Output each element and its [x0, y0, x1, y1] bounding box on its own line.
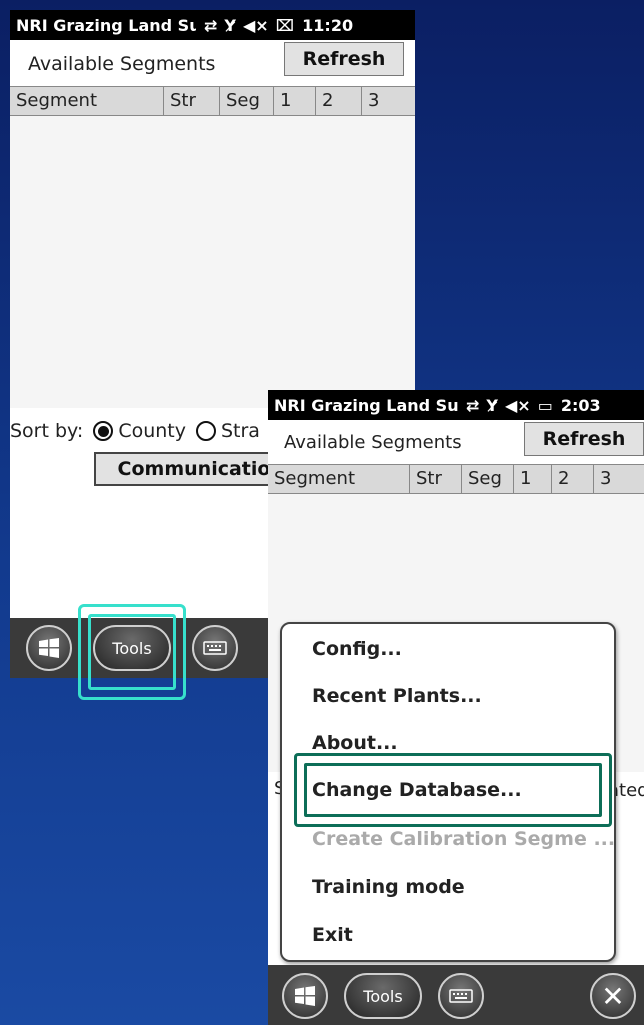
- menu-item-about[interactable]: About...: [312, 732, 398, 754]
- menu-item-training-mode[interactable]: Training mode: [312, 876, 465, 898]
- tools-button[interactable]: Tools: [344, 973, 422, 1019]
- sort-row: Sort by: County Stra: [10, 418, 260, 444]
- sort-county-radio[interactable]: [93, 421, 114, 441]
- windows-logo-icon: [295, 986, 315, 1006]
- keyboard-button[interactable]: [438, 973, 484, 1019]
- column-seg[interactable]: Seg: [462, 465, 514, 493]
- signal-off-icon: Y̷: [486, 395, 498, 415]
- column-str[interactable]: Str: [410, 465, 462, 493]
- refresh-button[interactable]: Refresh: [524, 422, 644, 456]
- battery-charging-icon: ⌧: [275, 15, 295, 35]
- segments-table-header: Segment Str Seg 1 2 3: [268, 464, 644, 494]
- connectivity-icon: ⇄: [204, 15, 218, 35]
- column-3[interactable]: 3: [594, 465, 644, 493]
- connectivity-icon: ⇄: [466, 395, 480, 415]
- column-segment[interactable]: Segment: [10, 87, 164, 115]
- column-seg[interactable]: Seg: [220, 87, 274, 115]
- clock: 11:20: [302, 15, 354, 35]
- sort-by-label: Sort by:: [10, 420, 84, 442]
- change-database-highlight: [294, 753, 612, 827]
- column-2[interactable]: 2: [316, 87, 362, 115]
- segments-list[interactable]: [10, 116, 415, 408]
- sort-county-label[interactable]: County: [118, 420, 186, 442]
- menu-item-recent-plants[interactable]: Recent Plants...: [312, 685, 482, 707]
- close-icon: ✕: [601, 979, 625, 1013]
- column-segment[interactable]: Segment: [268, 465, 410, 493]
- available-segments-label: Available Segments: [28, 53, 216, 75]
- sort-strata-label[interactable]: Stra: [221, 420, 260, 442]
- volume-muted-icon: ◀×: [505, 395, 531, 415]
- column-1[interactable]: 1: [514, 465, 552, 493]
- segments-table-header: Segment Str Seg 1 2 3: [10, 86, 415, 116]
- close-button[interactable]: ✕: [590, 973, 636, 1019]
- volume-muted-icon: ◀×: [243, 15, 269, 35]
- column-str[interactable]: Str: [164, 87, 220, 115]
- tools-button-highlight: [78, 604, 186, 700]
- device-screen-tools-menu: NRI Grazing Land Surv ⇄ Y̷ ◀× ▭ 2:03 Ava…: [268, 390, 644, 1025]
- menu-item-create-calibration-segment: Create Calibration Segme ...: [312, 828, 616, 850]
- taskbar: Tools ✕: [268, 965, 644, 1025]
- status-bar: NRI Grazing Land Surv ⇄ Y̷ ◀× ▭ 2:03: [268, 390, 644, 420]
- available-segments-label: Available Segments: [284, 432, 462, 453]
- battery-full-icon: ▭: [537, 395, 553, 415]
- column-3[interactable]: 3: [362, 87, 415, 115]
- refresh-button[interactable]: Refresh: [284, 42, 404, 76]
- keyboard-icon: [449, 989, 473, 1003]
- column-2[interactable]: 2: [552, 465, 594, 493]
- keyboard-icon: [203, 641, 227, 655]
- sort-strata-radio[interactable]: [195, 421, 216, 441]
- app-title: NRI Grazing Land Sur: [16, 15, 196, 35]
- windows-logo-icon: [39, 638, 59, 658]
- communication-button[interactable]: Communicatio: [94, 452, 294, 486]
- keyboard-button[interactable]: [192, 625, 238, 671]
- signal-off-icon: Y̷: [224, 15, 236, 35]
- menu-item-config[interactable]: Config...: [312, 638, 402, 660]
- clock: 2:03: [560, 395, 601, 415]
- column-1[interactable]: 1: [274, 87, 316, 115]
- app-title: NRI Grazing Land Surv: [274, 395, 458, 415]
- menu-item-exit[interactable]: Exit: [312, 924, 353, 946]
- status-icons: ⇄ Y̷ ◀× ▭: [466, 396, 553, 415]
- status-icons: ⇄ Y̷ ◀× ⌧: [204, 16, 294, 35]
- start-button[interactable]: [282, 973, 328, 1019]
- start-button[interactable]: [26, 625, 72, 671]
- status-bar: NRI Grazing Land Sur ⇄ Y̷ ◀× ⌧ 11:20: [10, 10, 415, 40]
